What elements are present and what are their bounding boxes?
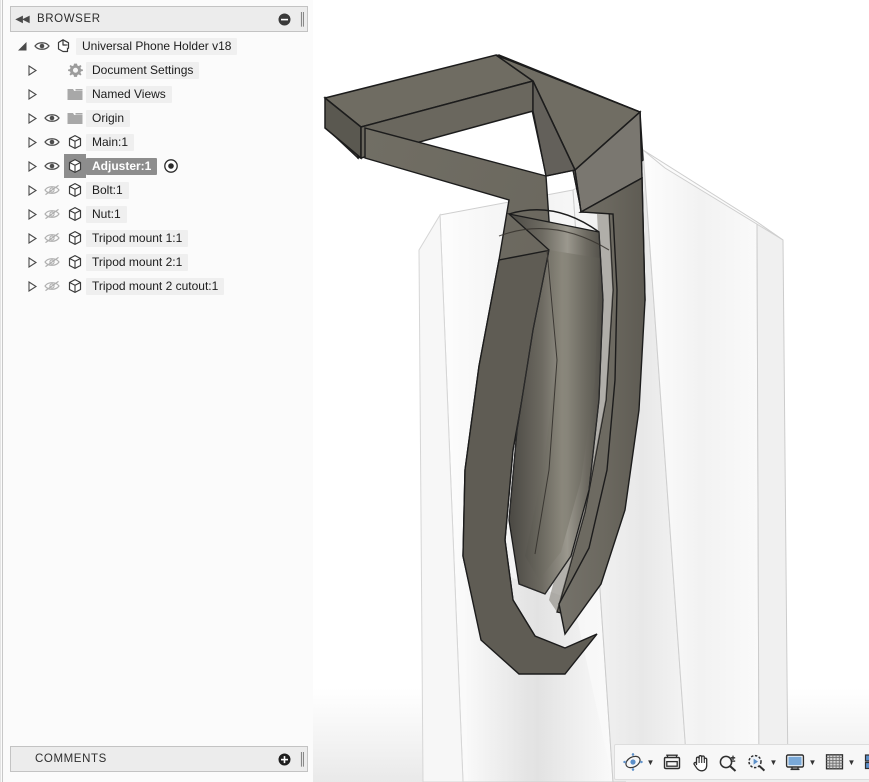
viewports-icon [861,750,869,774]
tree-row-nut-1[interactable]: Nut:1 [10,202,308,226]
component-icon [64,226,86,250]
folder-icon [64,106,86,130]
panel-divider [2,0,3,782]
visibility-placeholder [40,58,64,82]
eye-visible-icon[interactable] [40,130,64,154]
tree-row-label: Tripod mount 2 cutout:1 [86,277,225,295]
panel-grip-icon[interactable]: ║ [295,7,307,31]
tree-row-label: Named Views [86,85,172,103]
tree-row-label: Tripod mount 1:1 [86,229,189,247]
eye-visible-icon[interactable] [30,34,54,58]
tree-row-adjuster-1[interactable]: Adjuster:1 [10,154,308,178]
application-window: ◀◀ BROWSER ║ Universal Phone Holder v18 D… [0,0,869,782]
component-icon [64,130,86,154]
eye-hidden-icon[interactable] [40,178,64,202]
tree-row-tripod-mount-1-1[interactable]: Tripod mount 1:1 [10,226,308,250]
panel-outer-edge [0,0,1,782]
collapsed-triangle-icon[interactable] [24,178,40,202]
model-graphics [323,54,789,782]
tree-row-tripod-mount-2-cutout-1[interactable]: Tripod mount 2 cutout:1 [10,274,308,298]
chevron-down-icon[interactable]: ▼ [807,750,818,774]
component-icon [64,202,86,226]
left-panel: ◀◀ BROWSER ║ Universal Phone Holder v18 D… [0,0,313,782]
look-at-icon [660,750,684,774]
collapsed-triangle-icon[interactable] [24,154,40,178]
visibility-placeholder [40,82,64,106]
tree-row-label: Bolt:1 [86,181,129,199]
collapsed-triangle-icon[interactable] [24,58,40,82]
comments-panel-header[interactable]: COMMENTS ║ [10,746,308,772]
component-icon [64,274,86,298]
tree-row-label: Origin [86,109,131,127]
activated-component-radio-icon[interactable] [160,154,182,178]
collapsed-triangle-icon[interactable] [24,274,40,298]
tree-row-root[interactable]: Universal Phone Holder v18 [10,34,308,58]
collapse-panel-icon[interactable]: ◀◀ [11,7,33,31]
tree-row-document-settings[interactable]: Document Settings [10,58,308,82]
orbit-icon [621,750,645,774]
collapsed-triangle-icon[interactable] [24,130,40,154]
tree-row-label: Document Settings [86,61,200,79]
collapsed-triangle-icon[interactable] [24,226,40,250]
zoom-plus-minus-icon [716,750,740,774]
plus-circle-icon[interactable] [273,747,295,771]
nav-look-at-button[interactable] [658,748,686,776]
collapsed-triangle-icon[interactable] [24,82,40,106]
eye-hidden-icon[interactable] [40,274,64,298]
minus-circle-icon[interactable] [273,7,295,31]
eye-visible-icon[interactable] [40,106,64,130]
nav-pan-button[interactable] [686,748,714,776]
zoom-window-icon [744,750,768,774]
folder-icon [64,82,86,106]
nav-display-settings-button[interactable]: ▼ [781,748,820,776]
eye-hidden-icon[interactable] [40,202,64,226]
component-icon [64,154,86,178]
gear-icon [64,58,86,82]
nav-viewports-button[interactable]: ▼ [859,748,869,776]
tree-row-main-1[interactable]: Main:1 [10,130,308,154]
tree-row-origin[interactable]: Origin [10,106,308,130]
panel-grip-icon[interactable]: ║ [295,747,307,771]
eye-hidden-icon[interactable] [40,250,64,274]
navigation-bar[interactable]: ▼▼▼▼▼ [614,744,869,780]
component-icon [64,178,86,202]
3d-viewport[interactable] [313,0,869,782]
eye-visible-icon[interactable] [40,154,64,178]
tree-row-label: Adjuster:1 [86,157,158,175]
nav-orbit-button[interactable]: ▼ [619,748,658,776]
pan-hand-icon [688,750,712,774]
chevron-down-icon[interactable]: ▼ [846,750,857,774]
assembly-document-icon [54,34,76,58]
expanded-triangle-icon[interactable] [14,34,30,58]
browser-panel-title: BROWSER [37,13,101,25]
comments-panel-title: COMMENTS [35,753,107,765]
tree-row-label: Tripod mount 2:1 [86,253,189,271]
collapsed-triangle-icon[interactable] [24,106,40,130]
tree-row-tripod-mount-2-1[interactable]: Tripod mount 2:1 [10,250,308,274]
browser-tree[interactable]: Universal Phone Holder v18 Document Setti… [10,34,308,298]
nav-grid-snaps-button[interactable]: ▼ [820,748,859,776]
browser-panel-header[interactable]: ◀◀ BROWSER ║ [10,6,308,32]
grid-icon [822,750,846,774]
monitor-display-icon [783,750,807,774]
nav-zoom-button[interactable] [714,748,742,776]
tree-row-label: Universal Phone Holder v18 [76,37,238,55]
collapsed-triangle-icon[interactable] [24,250,40,274]
tree-row-label: Main:1 [86,133,135,151]
chevron-down-icon[interactable]: ▼ [645,750,656,774]
tree-row-named-views[interactable]: Named Views [10,82,308,106]
tree-row-label: Nut:1 [86,205,127,223]
tree-row-bolt-1[interactable]: Bolt:1 [10,178,308,202]
collapsed-triangle-icon[interactable] [24,202,40,226]
eye-hidden-icon[interactable] [40,226,64,250]
nav-fit-button[interactable]: ▼ [742,748,781,776]
component-icon [64,250,86,274]
chevron-down-icon[interactable]: ▼ [768,750,779,774]
